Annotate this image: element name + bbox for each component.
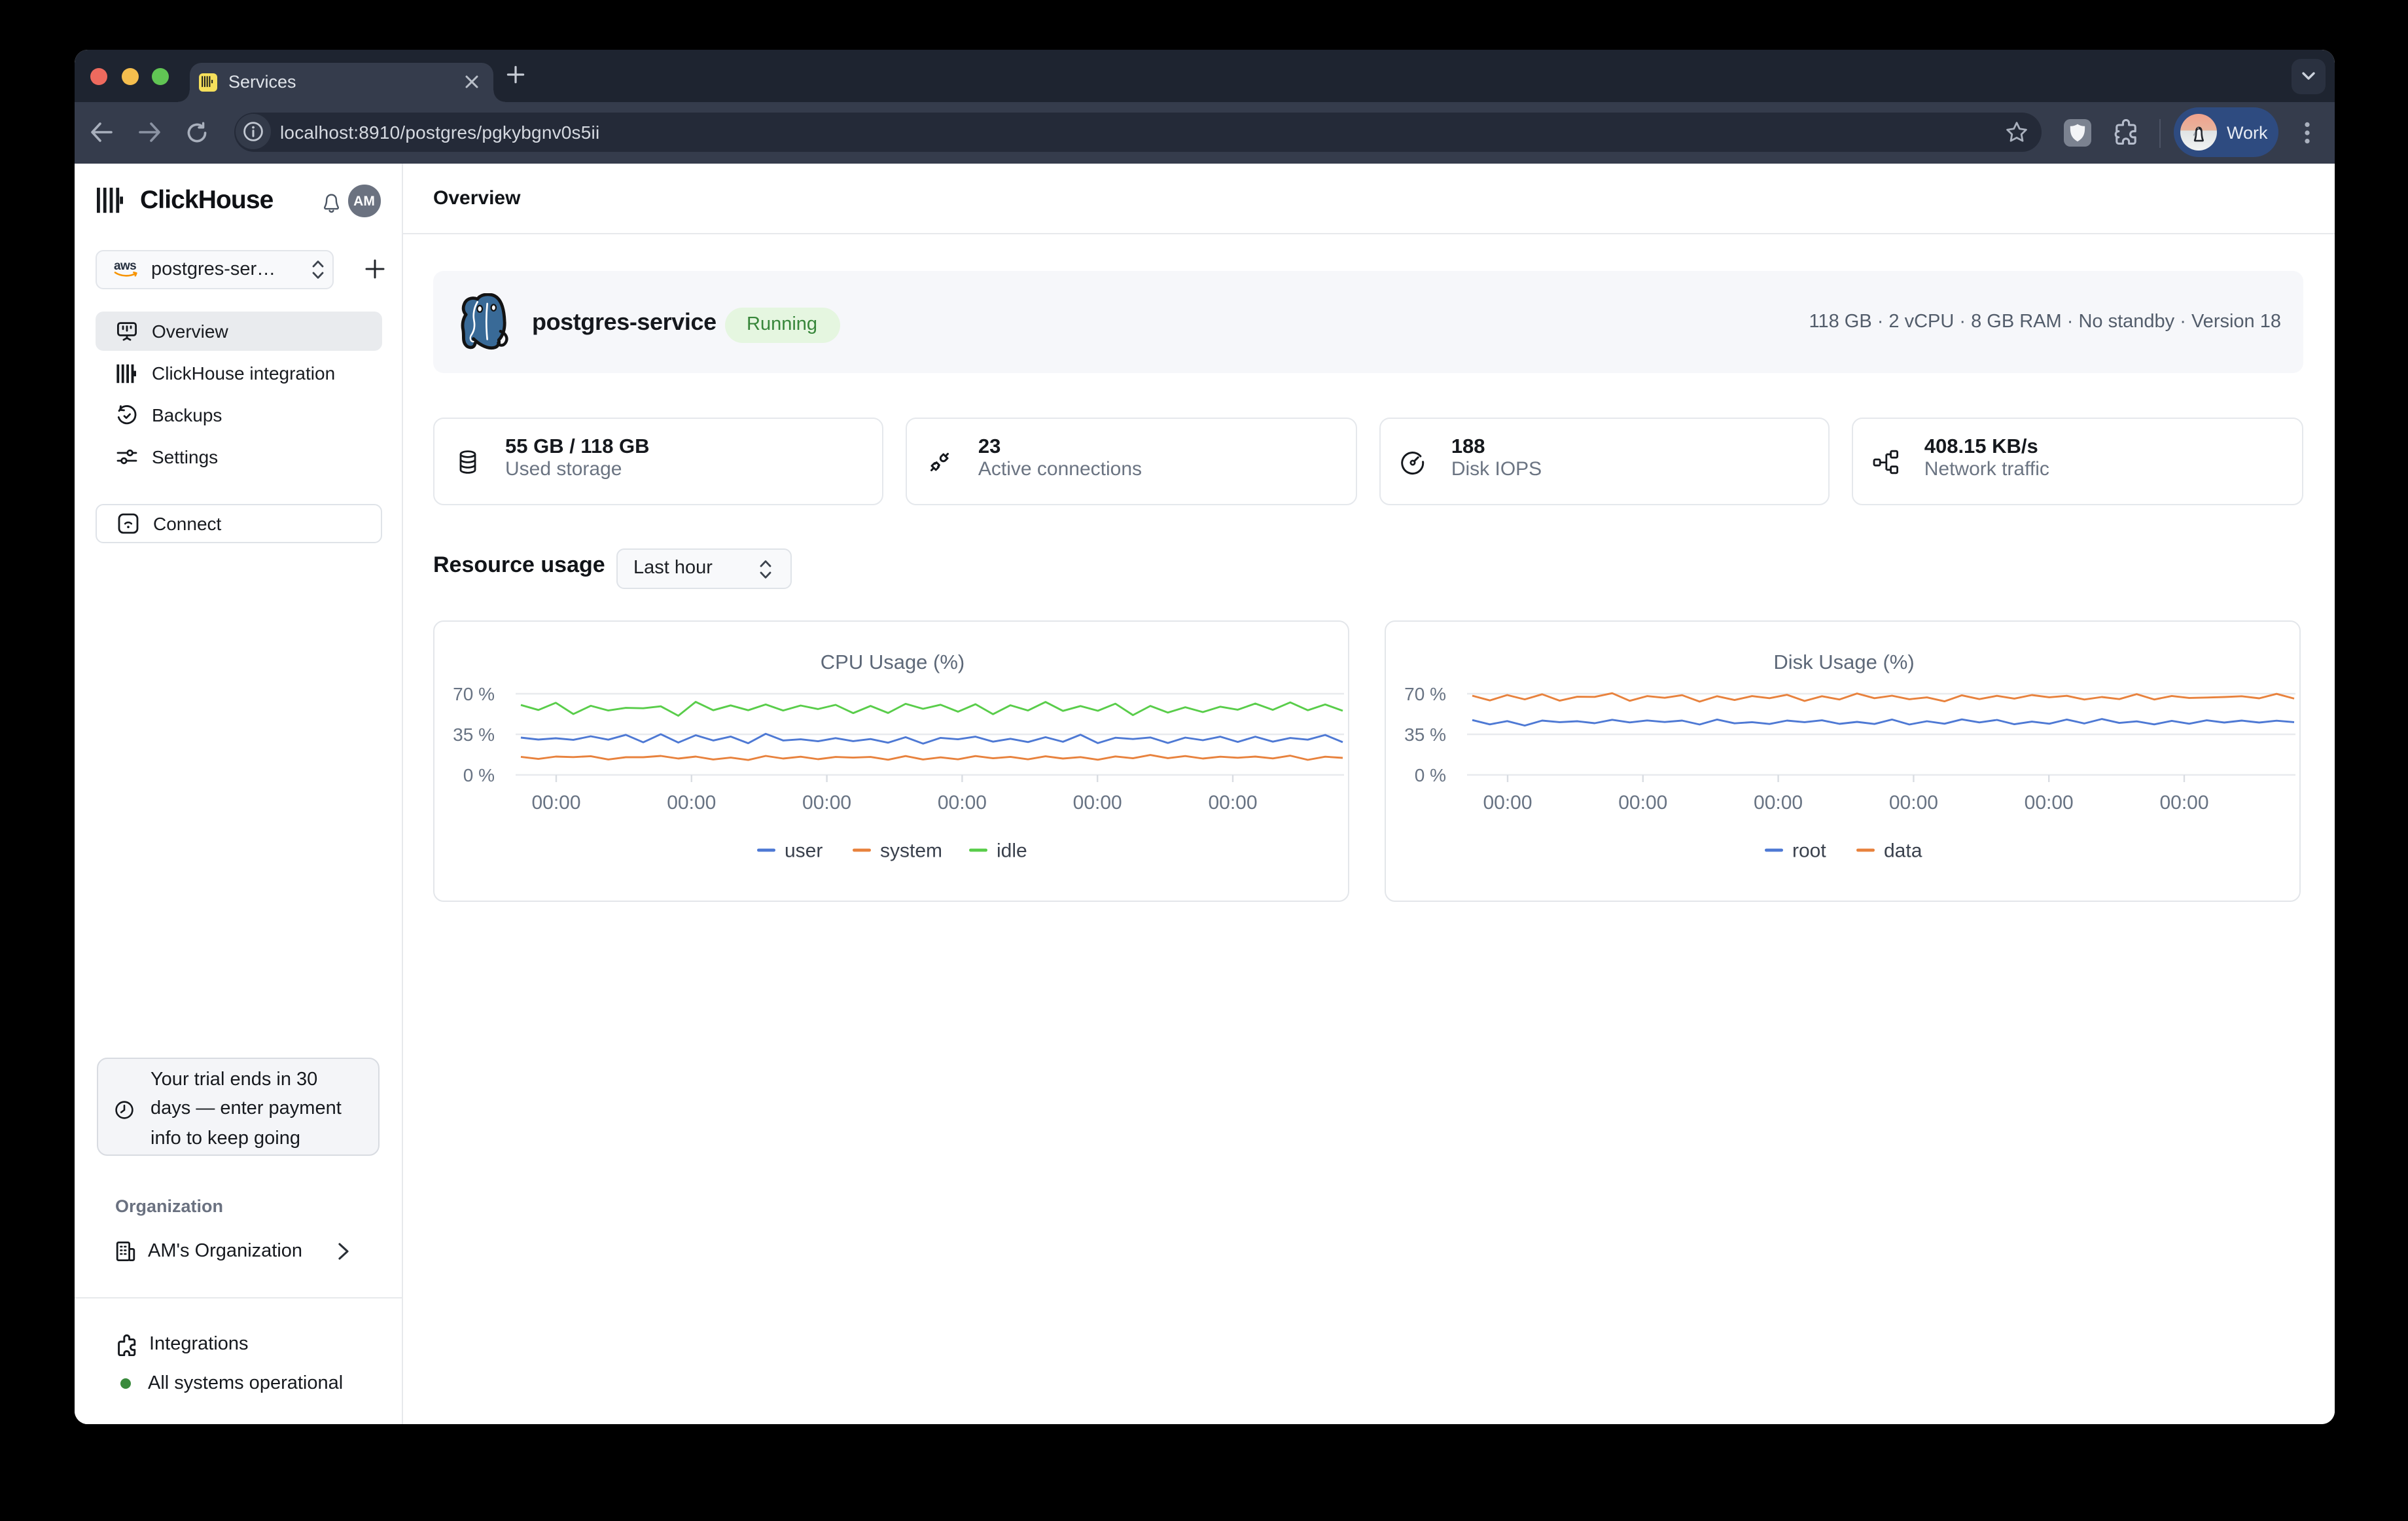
svg-text:0 %: 0 % [1414, 765, 1445, 785]
svg-text:00:00: 00:00 [1753, 792, 1802, 814]
svg-text:00:00: 00:00 [531, 792, 580, 814]
svg-text:root: root [1792, 840, 1826, 861]
svg-text:00:00: 00:00 [938, 792, 987, 814]
svg-text:70 %: 70 % [1404, 684, 1445, 704]
svg-text:aws: aws [113, 260, 135, 273]
svg-text:00:00: 00:00 [2024, 792, 2073, 814]
svg-text:00:00: 00:00 [667, 792, 716, 814]
svg-text:00:00: 00:00 [802, 792, 851, 814]
svg-text:00:00: 00:00 [1888, 792, 1938, 814]
svg-text:00:00: 00:00 [1073, 792, 1122, 814]
svg-text:00:00: 00:00 [2159, 792, 2208, 814]
svg-text:0 %: 0 % [463, 765, 495, 785]
svg-text:70 %: 70 % [453, 684, 495, 704]
svg-text:data: data [1883, 840, 1922, 861]
svg-text:system: system [880, 840, 942, 861]
svg-text:35 %: 35 % [453, 725, 495, 745]
svg-text:Disk Usage (%): Disk Usage (%) [1773, 651, 1913, 673]
svg-text:idle: idle [997, 840, 1027, 861]
svg-text:00:00: 00:00 [1618, 792, 1667, 814]
svg-text:00:00: 00:00 [1482, 792, 1531, 814]
svg-text:35 %: 35 % [1404, 725, 1445, 745]
svg-text:user: user [785, 840, 823, 861]
svg-text:00:00: 00:00 [1208, 792, 1257, 814]
svg-text:CPU Usage (%): CPU Usage (%) [821, 651, 965, 673]
